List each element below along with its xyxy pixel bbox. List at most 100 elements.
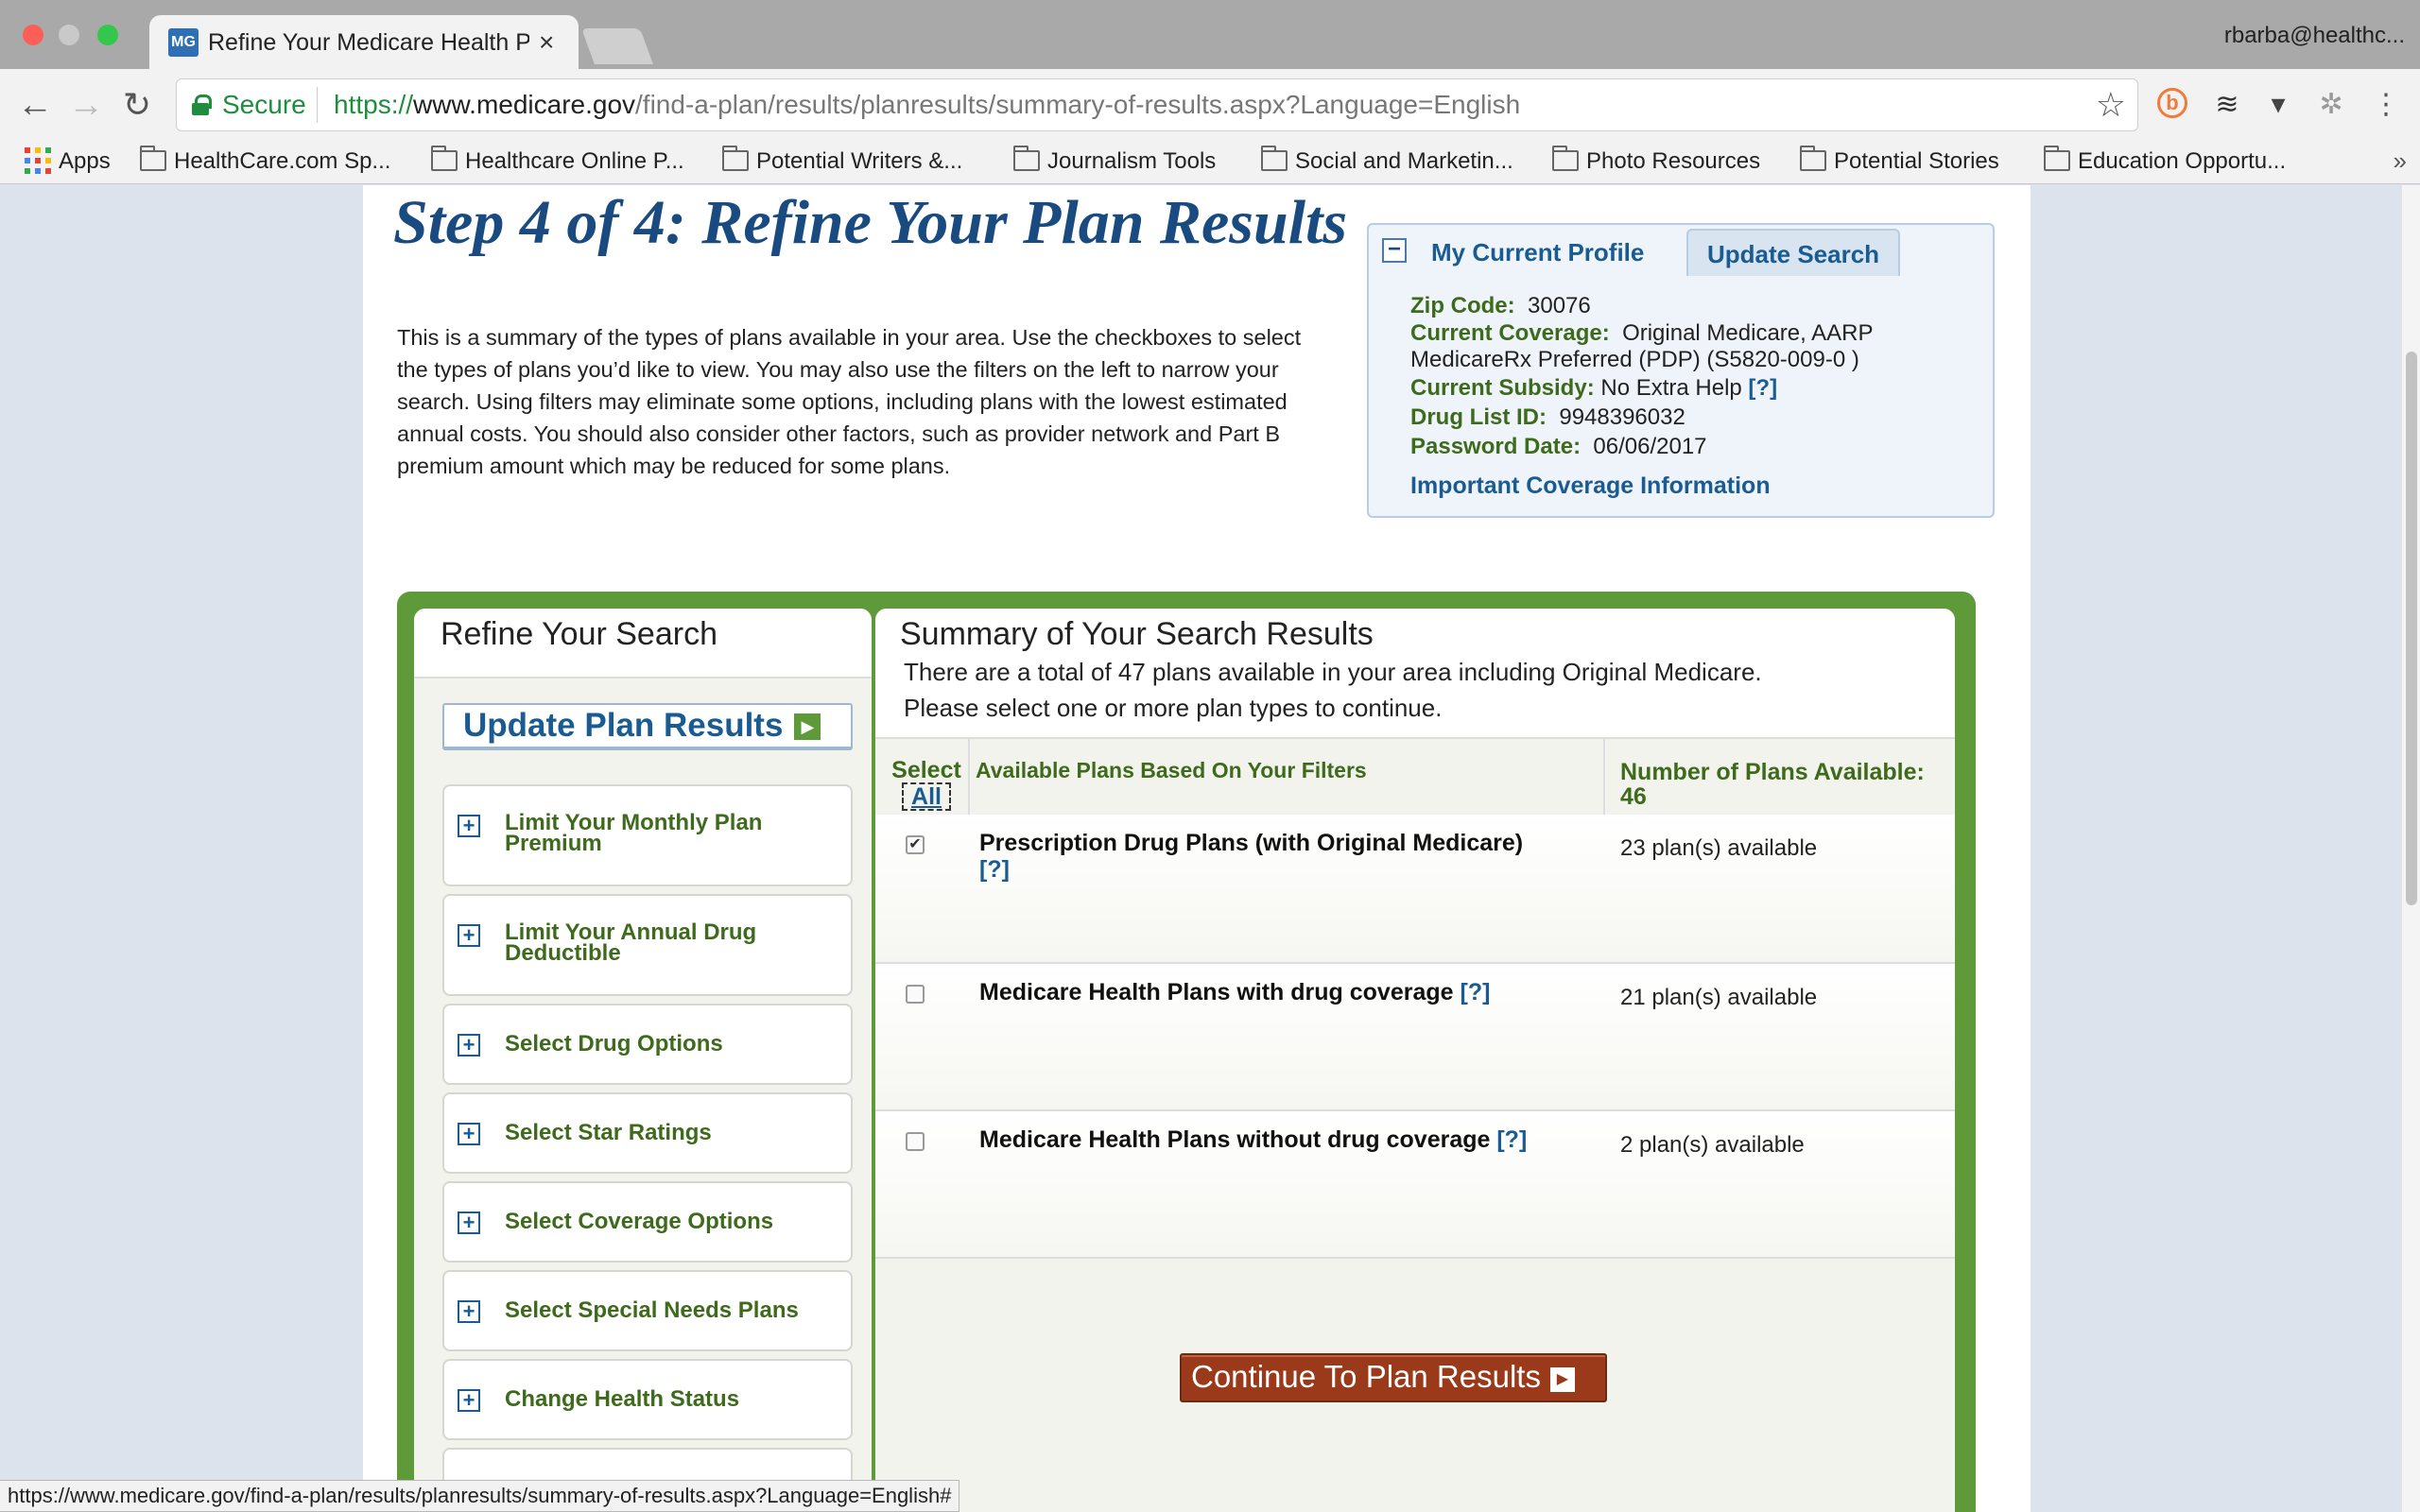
update-plan-results-button[interactable]: Update Plan Results ▶: [442, 703, 853, 750]
refine-search-sidebar: Refine Your Search Update Plan Results ▶ …: [414, 609, 872, 1512]
lock-icon: [192, 94, 212, 115]
bookmark-folder[interactable]: Journalism Tools: [1013, 146, 1216, 177]
arrow-right-icon: ▶: [794, 713, 821, 740]
update-plan-results-label: Update Plan Results: [463, 707, 784, 744]
drug-list-row: Drug List ID: 9948396032: [1410, 403, 1978, 432]
filter-health-status[interactable]: + Change Health Status: [442, 1359, 853, 1440]
bookmark-folder[interactable]: HealthCare.com Sp...: [140, 146, 390, 177]
tab-update-search[interactable]: Update Search: [1686, 229, 1901, 276]
plan-help-link[interactable]: [?]: [1496, 1126, 1527, 1153]
filter-label: Limit Your Annual Drug Deductible: [505, 919, 757, 966]
scrollbar-thumb[interactable]: [2406, 352, 2417, 905]
filter-special-needs[interactable]: + Select Special Needs Plans: [442, 1270, 853, 1351]
puzzle-extension-icon[interactable]: ✲: [2314, 88, 2348, 122]
bookmark-label: HealthCare.com Sp...: [174, 148, 391, 174]
bookmark-label: Photo Resources: [1586, 148, 1761, 174]
url-protocol: https://: [334, 90, 414, 119]
plan-types-table: Select All Available Plans Based On Your …: [875, 739, 1955, 1259]
filter-star-ratings[interactable]: + Select Star Ratings: [442, 1092, 853, 1174]
plan-help-link[interactable]: [?]: [1461, 979, 1491, 1005]
continue-to-plan-results-button[interactable]: Continue To Plan Results ▶: [1180, 1353, 1607, 1402]
results-total-text: There are a total of 47 plans available …: [904, 658, 1762, 686]
reload-icon[interactable]: ↻: [123, 84, 151, 126]
plus-icon: +: [458, 1123, 480, 1145]
browser-tab-active[interactable]: MG Refine Your Medicare Health P ×: [149, 15, 579, 69]
browser-menu-icon[interactable]: ⋮: [2369, 88, 2403, 122]
profile-fields: Zip Code: 30076 Current Coverage: Origin…: [1410, 291, 1978, 461]
subsidy-help-link[interactable]: [?]: [1748, 375, 1777, 401]
filter-drug-deductible[interactable]: + Limit Your Annual Drug Deductible: [442, 894, 853, 996]
folder-icon: [431, 146, 458, 171]
plan-checkbox-health-with-drug[interactable]: [906, 985, 925, 1004]
bookmark-folder[interactable]: Potential Stories: [1800, 146, 1999, 177]
number-of-plans-header: Number of Plans Available: 46: [1620, 759, 1925, 810]
current-subsidy-value: No Extra Help: [1600, 375, 1742, 401]
address-bar[interactable]: Secure https://www.medicare.gov/find-a-p…: [176, 78, 2138, 131]
bookmark-folder[interactable]: Healthcare Online P...: [431, 146, 684, 177]
b-extension-icon[interactable]: b: [2157, 88, 2187, 118]
close-window-button[interactable]: [23, 25, 43, 45]
row-divider: [875, 1257, 1955, 1259]
filter-coverage-options[interactable]: + Select Coverage Options: [442, 1181, 853, 1263]
bookmark-folder[interactable]: Education Opportu...: [2044, 146, 2286, 177]
collapse-profile-button[interactable]: −: [1382, 238, 1407, 263]
current-coverage-row: Current Coverage: Original Medicare, AAR…: [1410, 320, 1978, 373]
layers-extension-icon[interactable]: ≋: [2210, 88, 2244, 122]
apps-grid-icon: [25, 147, 51, 174]
zoom-window-button[interactable]: [97, 25, 118, 45]
results-instruction-text: Please select one or more plan types to …: [904, 694, 1443, 722]
available-plans-header: Available Plans Based On Your Filters: [976, 758, 1367, 782]
bookmark-label: Education Opportu...: [2078, 148, 2287, 174]
forward-arrow-icon[interactable]: →: [68, 84, 104, 126]
current-subsidy-row: Current Subsidy: No Extra Help [?]: [1410, 373, 1978, 403]
minimize-window-button[interactable]: [59, 25, 79, 45]
page-viewport: Step 4 of 4: Refine Your Plan Results Th…: [0, 185, 2401, 1512]
filter-label: Select Star Ratings: [505, 1120, 712, 1145]
url-text[interactable]: https://www.medicare.gov/find-a-plan/res…: [334, 90, 1520, 120]
bookmark-apps[interactable]: Apps: [25, 146, 111, 177]
bookmark-folder[interactable]: Social and Marketin...: [1261, 146, 1513, 177]
plan-name-text: Medicare Health Plans without drug cover…: [979, 1126, 1491, 1153]
plan-help-link[interactable]: [?]: [979, 856, 1010, 883]
current-subsidy-label: Current Subsidy:: [1410, 375, 1595, 401]
plan-row-health-without-drug: Medicare Health Plans without drug cover…: [875, 1111, 1955, 1259]
filter-monthly-premium[interactable]: + Limit Your Monthly Plan Premium: [442, 784, 853, 886]
close-tab-icon[interactable]: ×: [539, 28, 554, 57]
filter-label: Change Health Status: [505, 1386, 740, 1412]
tab-my-current-profile[interactable]: My Current Profile: [1412, 229, 1664, 276]
medicare-favicon-icon: MG: [168, 28, 199, 57]
select-header-label: Select: [891, 757, 961, 783]
plan-checkbox-prescription-drug[interactable]: ✔: [906, 835, 925, 854]
page-scrollbar[interactable]: [2401, 185, 2420, 1512]
plus-icon: +: [458, 924, 480, 947]
arrow-right-icon: ▶: [1549, 1367, 1575, 1392]
plan-count: 21 plan(s) available: [1620, 985, 1818, 1010]
new-tab-button[interactable]: [581, 28, 653, 64]
bookmarks-overflow-icon[interactable]: »: [2394, 146, 2407, 176]
pocket-extension-icon[interactable]: ▾: [2261, 88, 2295, 122]
bookmark-label: Healthcare Online P...: [465, 148, 684, 174]
plan-row-prescription-drug: ✔ Prescription Drug Plans (with Original…: [875, 815, 1955, 962]
folder-icon: [1261, 146, 1288, 171]
browser-profile-name[interactable]: rbarba@healthc...: [2224, 23, 2405, 49]
bookmark-label: Journalism Tools: [1047, 148, 1217, 174]
bookmark-label: Apps: [59, 148, 111, 174]
bookmark-star-icon[interactable]: ☆: [2096, 85, 2126, 125]
folder-icon: [2044, 146, 2070, 171]
secure-label: Secure: [222, 90, 306, 119]
results-description: There are a total of 47 plans available …: [904, 654, 1944, 726]
password-date-row: Password Date: 06/06/2017: [1410, 432, 1978, 461]
bookmark-folder[interactable]: Photo Resources: [1552, 146, 1760, 177]
select-all-header: Select All: [885, 758, 968, 811]
url-path: /find-a-plan/results/planresults/summary…: [635, 90, 1521, 119]
filter-drug-options[interactable]: + Select Drug Options: [442, 1004, 853, 1085]
plus-icon: +: [458, 815, 480, 837]
password-date-value: 06/06/2017: [1593, 434, 1707, 459]
bookmark-folder[interactable]: Potential Writers &...: [722, 146, 962, 177]
zip-code-value: 30076: [1528, 293, 1591, 318]
important-coverage-info-link[interactable]: Important Coverage Information: [1410, 472, 1771, 500]
folder-icon: [1552, 146, 1579, 171]
plan-checkbox-health-without-drug[interactable]: [906, 1132, 925, 1151]
select-all-link[interactable]: All: [902, 782, 951, 811]
back-arrow-icon[interactable]: ←: [17, 84, 53, 126]
